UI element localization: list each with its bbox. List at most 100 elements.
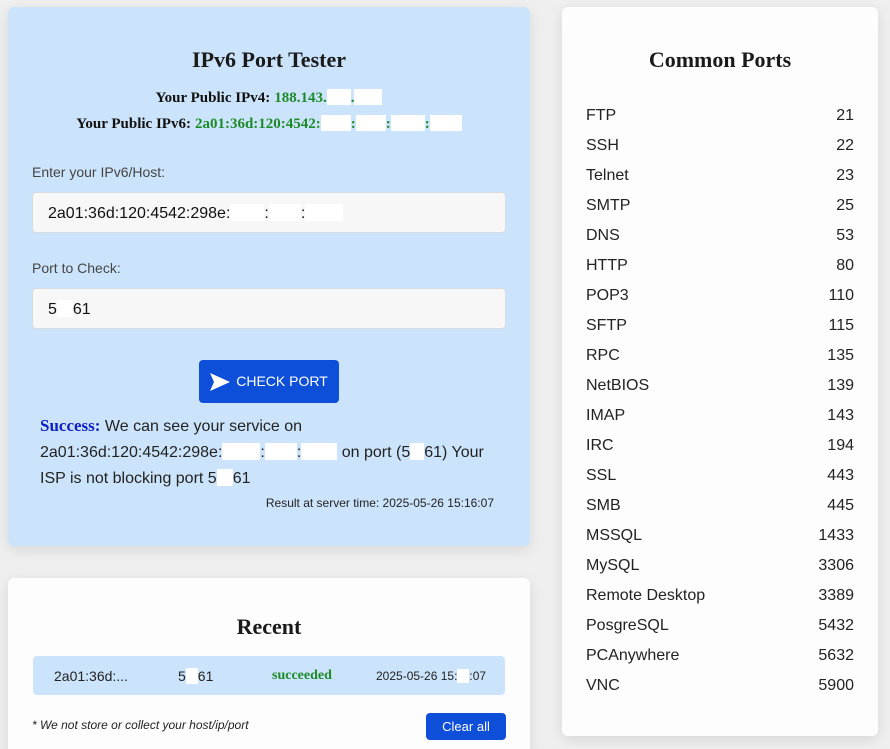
recent-status: succeeded xyxy=(272,668,332,683)
port-name: Telnet xyxy=(586,167,629,184)
public-ipv4-label: Your Public IPv4: xyxy=(155,90,271,106)
port-number: 139 xyxy=(827,377,854,394)
public-ipv4-line: Your Public IPv4: 188.143.. xyxy=(8,89,530,107)
port-row[interactable]: PCAnywhere 5632 xyxy=(586,644,854,674)
port-number: 22 xyxy=(836,137,854,154)
common-ports-title: Common Ports xyxy=(648,47,792,72)
port-number: 110 xyxy=(828,287,854,304)
clear-all-button[interactable]: Clear all xyxy=(426,713,506,740)
port-field-label: Port to Check: xyxy=(32,260,121,276)
port-number: 5432 xyxy=(818,617,854,634)
port-number: 53 xyxy=(836,227,854,244)
recent-host: 2a01:36d:... xyxy=(54,668,128,684)
port-row[interactable]: VNC 5900 xyxy=(586,674,854,704)
port-row[interactable]: SMB 445 xyxy=(586,494,854,524)
port-number: 5632 xyxy=(818,647,854,664)
redacted-block xyxy=(268,204,301,221)
port-name: SSH xyxy=(586,137,619,154)
port-name: SFTP xyxy=(586,317,627,334)
port-name: SSL xyxy=(586,467,617,484)
port-name: FTP xyxy=(586,107,617,124)
recent-port: 5 61 xyxy=(178,668,214,684)
port-name: SMB xyxy=(586,497,621,514)
port-name: MSSQL xyxy=(586,527,643,544)
redacted-block xyxy=(222,443,261,460)
check-port-button[interactable]: CHECK PORT xyxy=(199,360,339,403)
redacted-block xyxy=(264,443,297,460)
port-number: 443 xyxy=(827,467,854,484)
port-row[interactable]: SSH 22 xyxy=(586,134,854,164)
result-status: Success: xyxy=(40,416,101,435)
port-row[interactable]: DNS 53 xyxy=(586,224,854,254)
port-number: 23 xyxy=(836,167,854,184)
port-name: VNC xyxy=(586,677,620,694)
port-number: 143 xyxy=(827,407,854,424)
port-number: 80 xyxy=(836,257,854,274)
port-input[interactable]: 5 61 xyxy=(32,288,506,329)
port-name: MySQL xyxy=(586,557,640,574)
redacted-block xyxy=(185,668,198,684)
redacted-block xyxy=(326,89,351,105)
port-row[interactable]: Remote Desktop 3389 xyxy=(586,584,854,614)
port-name: SMTP xyxy=(586,197,631,214)
port-row[interactable]: FTP 21 xyxy=(586,104,854,134)
recent-time: 2025-05-26 15::07 xyxy=(376,669,487,683)
public-ipv6-line: Your Public IPv6: 2a01:36d:120:4542:::: xyxy=(8,115,530,133)
port-row[interactable]: SSL 443 xyxy=(586,464,854,494)
port-number: 115 xyxy=(828,317,854,334)
port-name: IMAP xyxy=(586,407,626,424)
redacted-block xyxy=(230,204,265,221)
port-name: DNS xyxy=(586,227,620,244)
common-ports-list: FTP 21 SSH 22 Telnet 23 SMTP 25 DNS 53 HTTP 80 POP3 1… xyxy=(586,104,854,704)
host-field-label: Enter your IPv6/Host: xyxy=(32,164,166,180)
redacted-block xyxy=(305,204,344,221)
redacted-block xyxy=(457,669,470,683)
port-tester-panel: IPv6 Port Tester Your Public IPv4: 188.14… xyxy=(8,7,530,546)
tester-title: IPv6 Port Tester xyxy=(192,47,346,72)
port-name: NetBIOS xyxy=(586,377,650,394)
port-input-value: 5 xyxy=(48,301,57,318)
check-port-label: CHECK PORT xyxy=(236,373,328,389)
redacted-block xyxy=(301,443,338,460)
redacted-block xyxy=(355,115,386,131)
port-row[interactable]: MSSQL 1433 xyxy=(586,524,854,554)
port-name: RPC xyxy=(586,347,620,364)
common-ports-panel: Common Ports FTP 21 SSH 22 Telnet 23 SMTP 25 DNS… xyxy=(562,7,878,736)
send-arrow-icon xyxy=(210,373,231,391)
port-name: HTTP xyxy=(586,257,628,274)
port-number: 194 xyxy=(827,437,854,454)
recent-row[interactable]: 2a01:36d:... 5 61 succeeded 2025-05-26 15… xyxy=(33,656,505,695)
port-number: 21 xyxy=(836,107,854,124)
port-row[interactable]: SFTP 115 xyxy=(586,314,854,344)
port-row[interactable]: RPC 135 xyxy=(586,344,854,374)
port-row[interactable]: IRC 194 xyxy=(586,434,854,464)
port-row[interactable]: PosgreSQL 5432 xyxy=(586,614,854,644)
port-name: PosgreSQL xyxy=(586,617,669,634)
server-time: Result at server time: 2025-05-26 15:16:… xyxy=(265,496,494,510)
host-input[interactable]: 2a01:36d:120:4542:298e::: xyxy=(32,192,506,233)
port-name: PCAnywhere xyxy=(586,647,680,664)
port-row[interactable]: IMAP 143 xyxy=(586,404,854,434)
port-name: POP3 xyxy=(586,287,629,304)
redacted-block xyxy=(216,469,233,486)
port-row[interactable]: NetBIOS 139 xyxy=(586,374,854,404)
redacted-block xyxy=(320,115,351,131)
port-number: 3389 xyxy=(818,587,854,604)
port-number: 445 xyxy=(827,497,854,514)
redacted-block xyxy=(56,300,73,317)
port-number: 5900 xyxy=(818,677,854,694)
result-host: 2a01:36d:120:4542:298e: xyxy=(40,444,223,461)
port-number: 1433 xyxy=(818,527,854,544)
port-row[interactable]: HTTP 80 xyxy=(586,254,854,284)
port-row[interactable]: Telnet 23 xyxy=(586,164,854,194)
recent-panel: Recent 2a01:36d:... 5 61 succeeded 2025-0… xyxy=(8,578,530,749)
privacy-note: * We not store or collect your host/ip/p… xyxy=(32,718,249,732)
redacted-block xyxy=(410,443,425,460)
redacted-block xyxy=(390,115,425,131)
port-row[interactable]: MySQL 3306 xyxy=(586,554,854,584)
port-number: 3306 xyxy=(818,557,854,574)
port-number: 25 xyxy=(836,197,854,214)
port-row[interactable]: POP3 110 xyxy=(586,284,854,314)
port-number: 135 xyxy=(827,347,854,364)
port-row[interactable]: SMTP 25 xyxy=(586,194,854,224)
